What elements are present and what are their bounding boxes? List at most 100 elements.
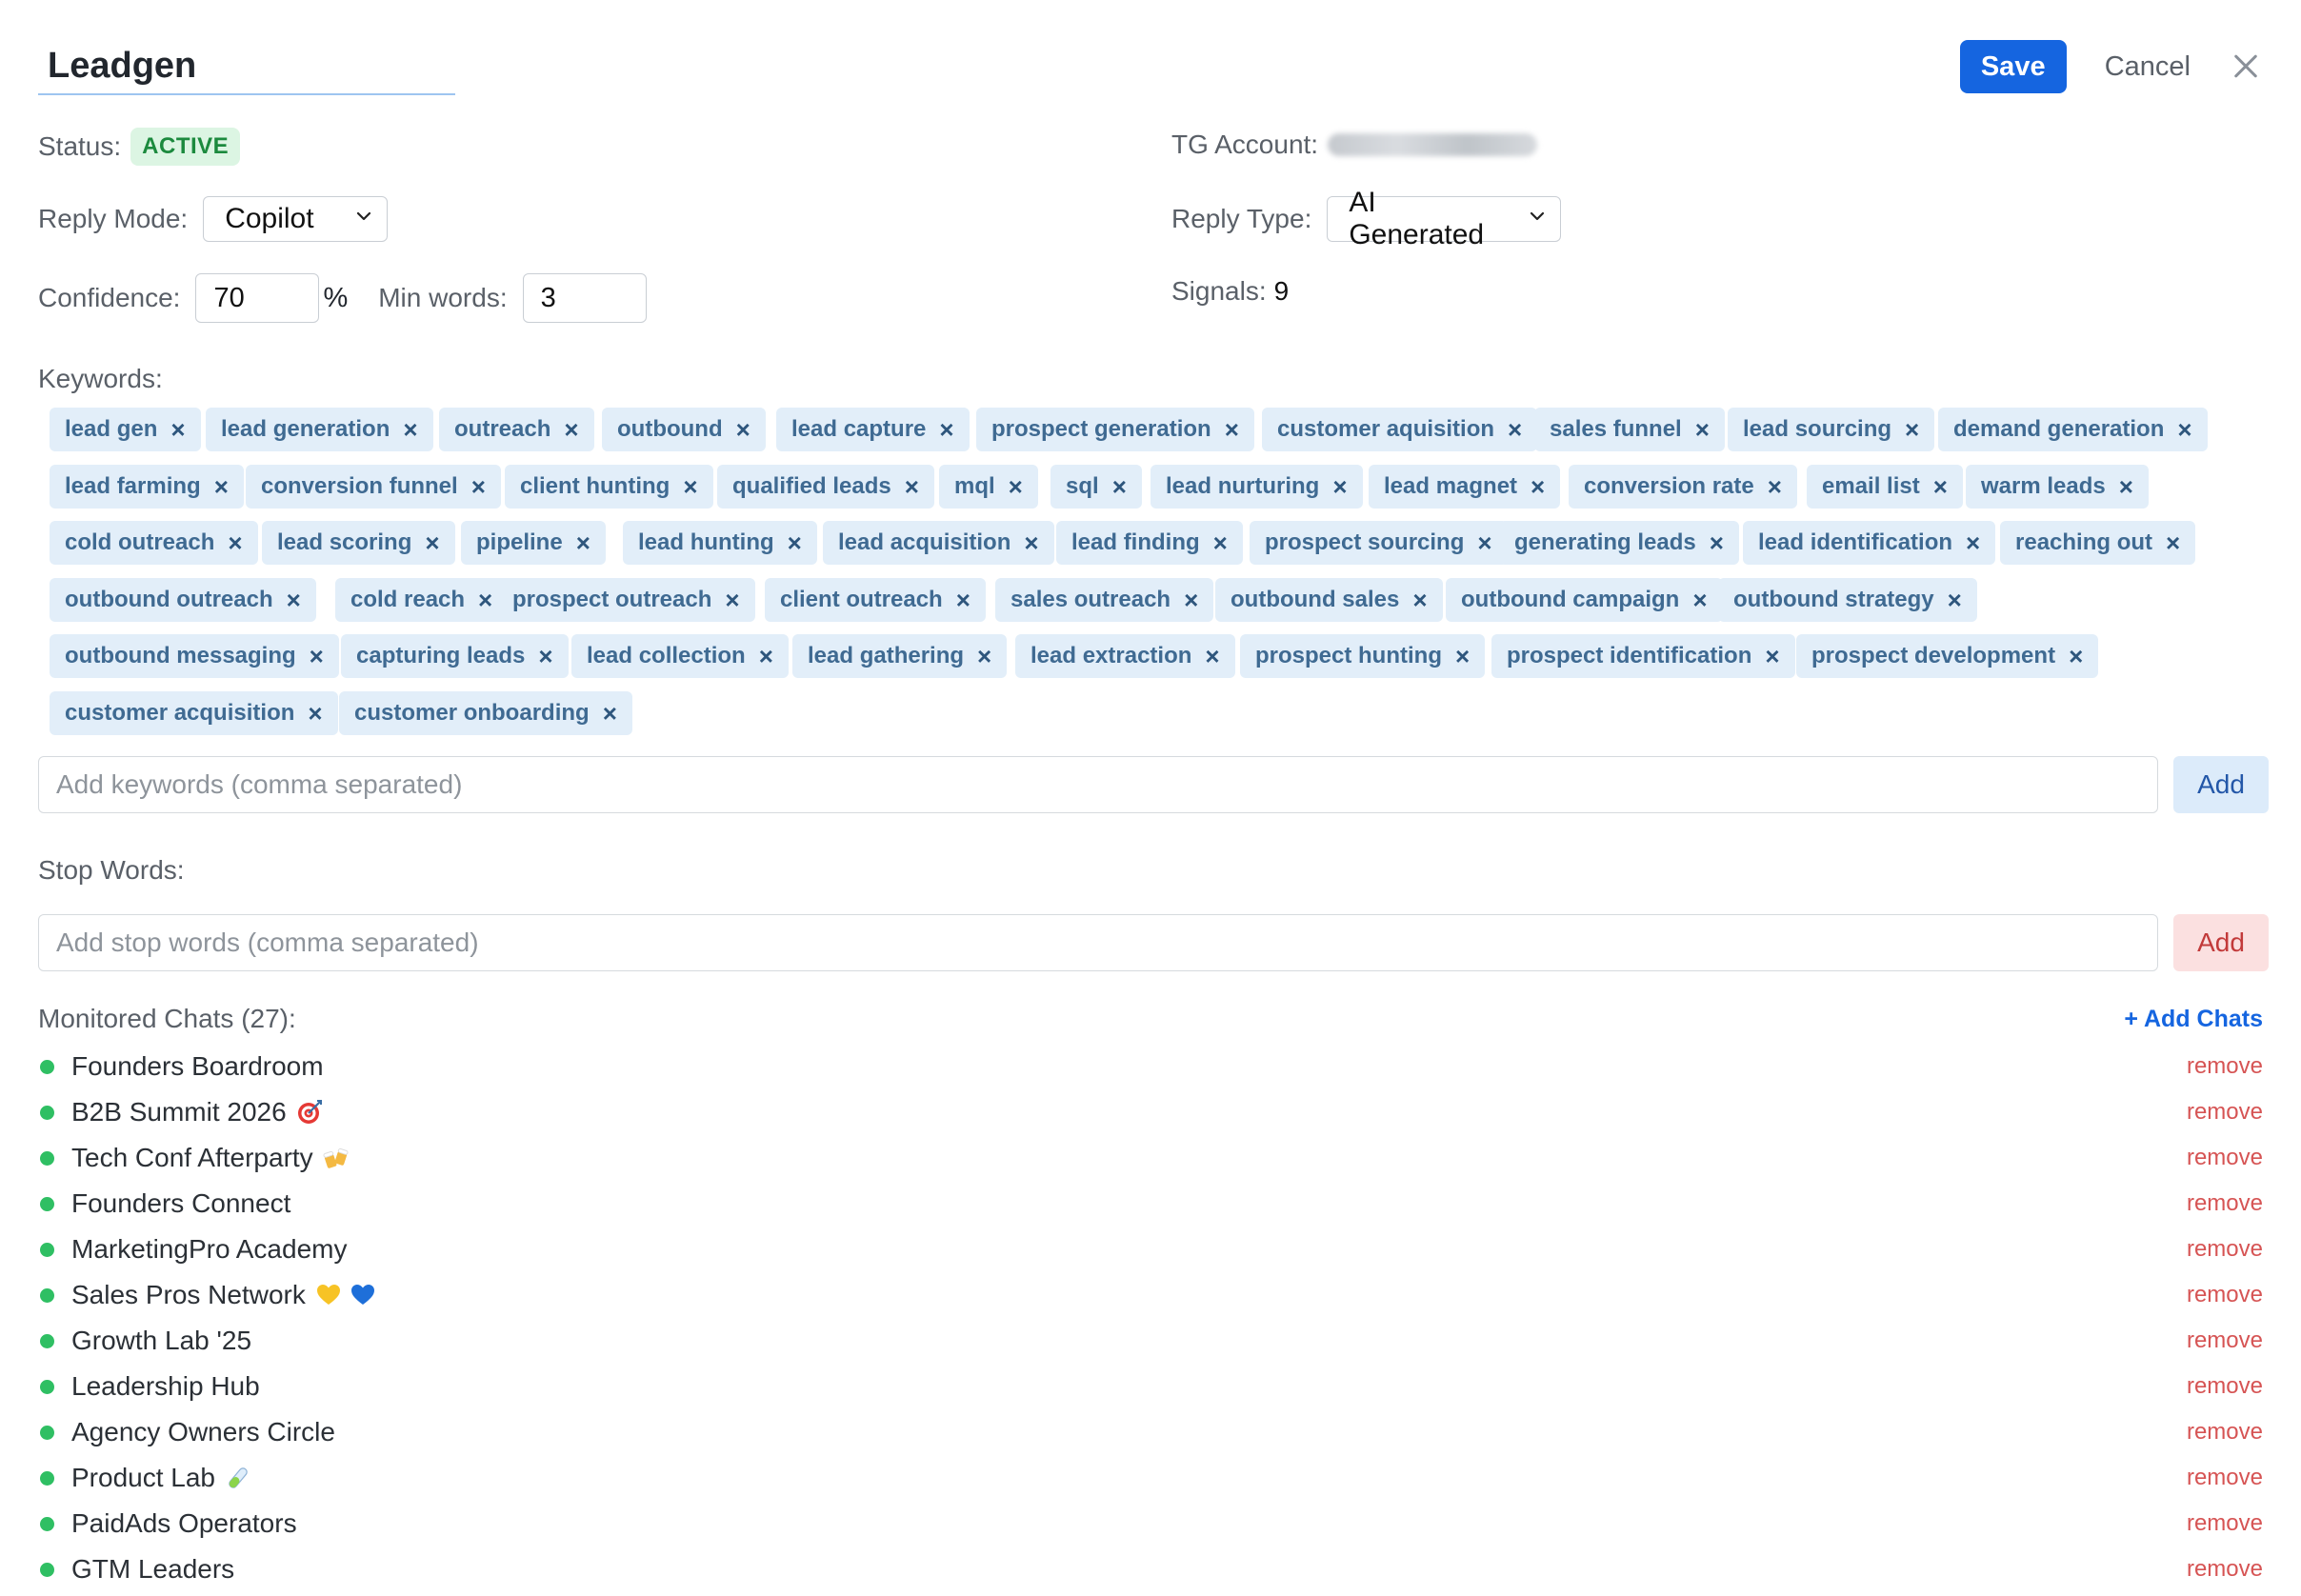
remove-keyword-icon[interactable]: ×: [478, 586, 492, 615]
remove-keyword-icon[interactable]: ×: [308, 699, 322, 728]
remove-keyword-icon[interactable]: ×: [736, 415, 750, 445]
chip-label: customer aquisition: [1277, 416, 1495, 442]
remove-keyword-icon[interactable]: ×: [576, 529, 590, 558]
min-words-value: 3: [540, 282, 556, 313]
chat-name: Leadership Hub: [71, 1371, 260, 1401]
remove-keyword-icon[interactable]: ×: [228, 529, 242, 558]
add-chats-link[interactable]: + Add Chats: [2124, 1006, 2263, 1033]
remove-chat-link[interactable]: remove: [2187, 1145, 2263, 1171]
remove-chat-link[interactable]: remove: [2187, 1419, 2263, 1446]
remove-keyword-icon[interactable]: ×: [1213, 529, 1228, 558]
reply-type-select[interactable]: AI Generated: [1327, 187, 1562, 250]
remove-chat-link[interactable]: remove: [2187, 1327, 2263, 1354]
remove-keyword-icon[interactable]: ×: [1768, 472, 1782, 502]
remove-keyword-icon[interactable]: ×: [1184, 586, 1198, 615]
cancel-button[interactable]: Cancel: [2105, 51, 2191, 83]
chip-label: prospect sourcing: [1265, 529, 1465, 555]
keyword-chip: lead gathering ×: [792, 634, 1008, 678]
remove-keyword-icon[interactable]: ×: [1508, 415, 1522, 445]
bot-name-input[interactable]: [38, 38, 455, 95]
remove-keyword-icon[interactable]: ×: [905, 472, 919, 502]
keyword-chip: cold outreach ×: [50, 521, 258, 565]
chip-label: customer onboarding: [354, 700, 590, 726]
remove-chat-link[interactable]: remove: [2187, 1373, 2263, 1400]
remove-chat-link[interactable]: remove: [2187, 1236, 2263, 1263]
remove-keyword-icon[interactable]: ×: [956, 586, 970, 615]
remove-keyword-icon[interactable]: ×: [1765, 642, 1779, 671]
signals-value: 9: [1273, 276, 1290, 306]
remove-keyword-icon[interactable]: ×: [759, 642, 773, 671]
keywords-input[interactable]: [38, 756, 2158, 813]
remove-chat-link[interactable]: remove: [2187, 1556, 2263, 1583]
remove-keyword-icon[interactable]: ×: [1024, 529, 1038, 558]
remove-keyword-icon[interactable]: ×: [2177, 415, 2191, 445]
remove-keyword-icon[interactable]: ×: [1531, 472, 1545, 502]
chat-name: Sales Pros Network: [71, 1280, 306, 1309]
remove-keyword-icon[interactable]: ×: [1933, 472, 1948, 502]
chat-name: Agency Owners Circle: [71, 1417, 335, 1446]
remove-keyword-icon[interactable]: ×: [1948, 586, 1962, 615]
remove-chat-link[interactable]: remove: [2187, 1510, 2263, 1537]
remove-keyword-icon[interactable]: ×: [788, 529, 802, 558]
status-dot: [40, 1242, 54, 1257]
remove-keyword-icon[interactable]: ×: [977, 642, 991, 671]
keyword-chip: lead magnet ×: [1369, 465, 1561, 509]
remove-chat-link[interactable]: remove: [2187, 1282, 2263, 1308]
list-item: Sales Pros Network remove: [38, 1276, 2263, 1314]
keyword-chip: sales outreach ×: [995, 578, 1214, 622]
remove-keyword-icon[interactable]: ×: [403, 415, 417, 445]
chip-label: lead identification: [1758, 529, 1953, 555]
min-words-input[interactable]: 3: [522, 273, 647, 323]
remove-keyword-icon[interactable]: ×: [287, 586, 301, 615]
list-item: Leadership Hub remove: [38, 1367, 2263, 1406]
remove-keyword-icon[interactable]: ×: [1966, 529, 1980, 558]
keyword-chip: client hunting ×: [505, 465, 713, 509]
remove-keyword-icon[interactable]: ×: [1905, 415, 1919, 445]
remove-keyword-icon[interactable]: ×: [1695, 415, 1710, 445]
remove-chat-link[interactable]: remove: [2187, 1465, 2263, 1491]
remove-keyword-icon[interactable]: ×: [1710, 529, 1724, 558]
remove-keyword-icon[interactable]: ×: [1692, 586, 1707, 615]
list-item: Tech Conf Afterparty remove: [38, 1139, 2263, 1177]
remove-keyword-icon[interactable]: ×: [1477, 529, 1491, 558]
chip-label: qualified leads: [732, 473, 891, 499]
remove-keyword-icon[interactable]: ×: [603, 699, 617, 728]
remove-keyword-icon[interactable]: ×: [725, 586, 739, 615]
reply-mode-select[interactable]: Copilot: [203, 196, 389, 242]
remove-keyword-icon[interactable]: ×: [1112, 472, 1127, 502]
remove-keyword-icon[interactable]: ×: [425, 529, 439, 558]
remove-chat-link[interactable]: remove: [2187, 1099, 2263, 1126]
remove-keyword-icon[interactable]: ×: [170, 415, 185, 445]
keywords-label: Keywords:: [38, 364, 163, 393]
remove-keyword-icon[interactable]: ×: [1205, 642, 1219, 671]
remove-keyword-icon[interactable]: ×: [2166, 529, 2180, 558]
remove-keyword-icon[interactable]: ×: [1332, 472, 1347, 502]
remove-keyword-icon[interactable]: ×: [2069, 642, 2083, 671]
remove-keyword-icon[interactable]: ×: [310, 642, 324, 671]
confidence-input[interactable]: 70: [195, 273, 320, 323]
remove-keyword-icon[interactable]: ×: [939, 415, 953, 445]
remove-chat-link[interactable]: remove: [2187, 1053, 2263, 1080]
chip-label: lead scoring: [277, 529, 412, 555]
remove-keyword-icon[interactable]: ×: [564, 415, 578, 445]
add-keywords-button[interactable]: Add: [2173, 756, 2269, 813]
chip-label: lead gen: [65, 416, 158, 442]
remove-keyword-icon[interactable]: ×: [1455, 642, 1470, 671]
remove-chat-link[interactable]: remove: [2187, 1190, 2263, 1217]
remove-keyword-icon[interactable]: ×: [471, 472, 486, 502]
save-button[interactable]: Save: [1959, 40, 2067, 93]
remove-keyword-icon[interactable]: ×: [214, 472, 229, 502]
remove-keyword-icon[interactable]: ×: [538, 642, 552, 671]
stop-words-input[interactable]: [38, 914, 2158, 971]
add-stop-words-button[interactable]: Add: [2173, 914, 2269, 971]
close-icon[interactable]: [2229, 50, 2263, 84]
remove-keyword-icon[interactable]: ×: [683, 472, 697, 502]
status-row: Status: ACTIVE: [38, 128, 241, 166]
remove-keyword-icon[interactable]: ×: [1009, 472, 1023, 502]
blue-heart-emoji-icon: [350, 1285, 374, 1305]
remove-keyword-icon[interactable]: ×: [1412, 586, 1427, 615]
remove-keyword-icon[interactable]: ×: [2119, 472, 2133, 502]
remove-keyword-icon[interactable]: ×: [1225, 415, 1239, 445]
chip-label: generating leads: [1514, 529, 1696, 555]
status-dot: [40, 1333, 54, 1348]
